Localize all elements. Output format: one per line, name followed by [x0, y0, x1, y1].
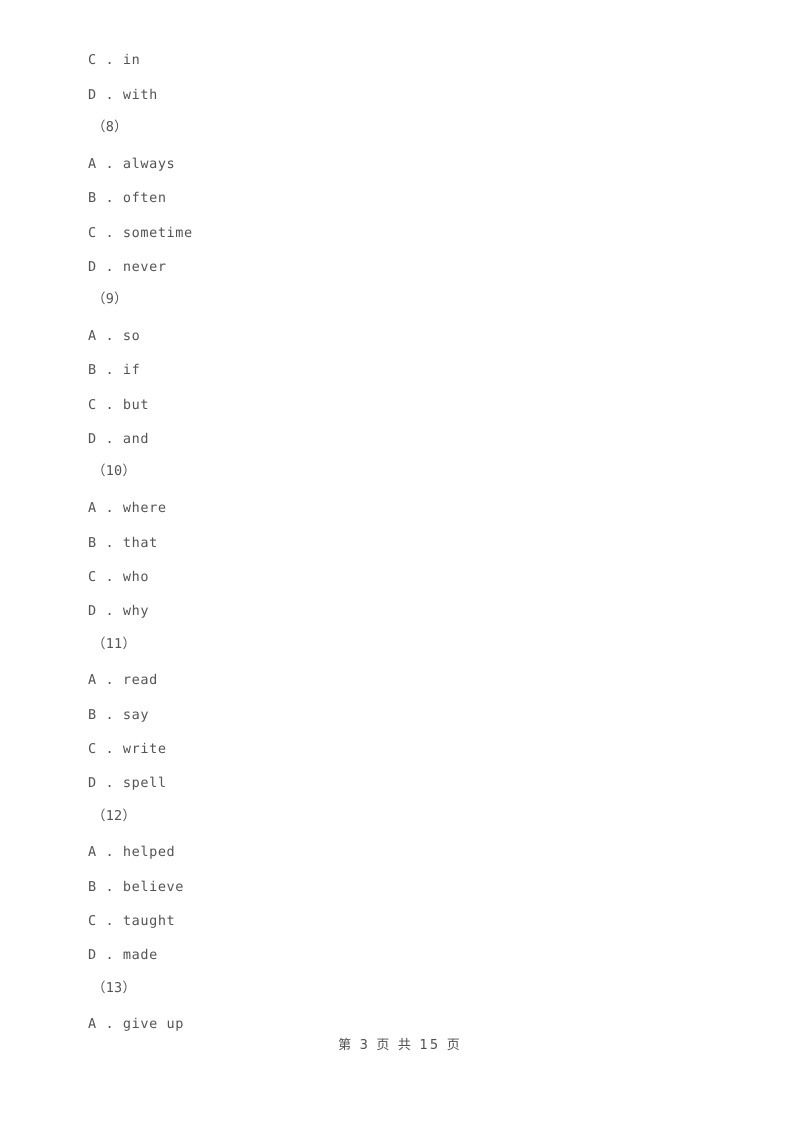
answer-option: C . but	[88, 397, 150, 413]
answer-option: B . say	[88, 707, 150, 723]
answer-option: B . if	[88, 362, 141, 378]
answer-option: D . spell	[88, 775, 167, 791]
answer-option: B . often	[88, 190, 167, 206]
question-number: （13）	[92, 980, 137, 996]
answer-option: A . where	[88, 500, 167, 516]
answer-option: A . so	[88, 328, 141, 344]
answer-option: D . with	[88, 87, 158, 103]
question-number: （12）	[92, 808, 137, 824]
question-number: （10）	[92, 463, 137, 479]
document-page: C . in D . with （8） A . always B . often C . …	[0, 0, 800, 1132]
answer-option: A . read	[88, 672, 158, 688]
question-number: （9）	[92, 291, 128, 307]
answer-option: C . who	[88, 569, 150, 585]
answer-option: D . never	[88, 259, 167, 275]
answer-option: B . that	[88, 535, 158, 551]
answer-option: C . sometime	[88, 225, 193, 241]
answer-option: A . helped	[88, 844, 176, 860]
answer-option: D . and	[88, 431, 150, 447]
answer-option: D . why	[88, 603, 150, 619]
answer-option: A . always	[88, 156, 176, 172]
answer-option: A . give up	[88, 1016, 185, 1032]
page-footer: 第 3 页 共 15 页	[338, 1038, 462, 1053]
answer-option: C . in	[88, 52, 141, 68]
question-number: （11）	[92, 636, 137, 652]
answer-option: C . write	[88, 741, 167, 757]
answer-option: C . taught	[88, 913, 176, 929]
answer-option: D . made	[88, 947, 158, 963]
question-number: （8）	[92, 119, 128, 135]
answer-option: B . believe	[88, 879, 185, 895]
